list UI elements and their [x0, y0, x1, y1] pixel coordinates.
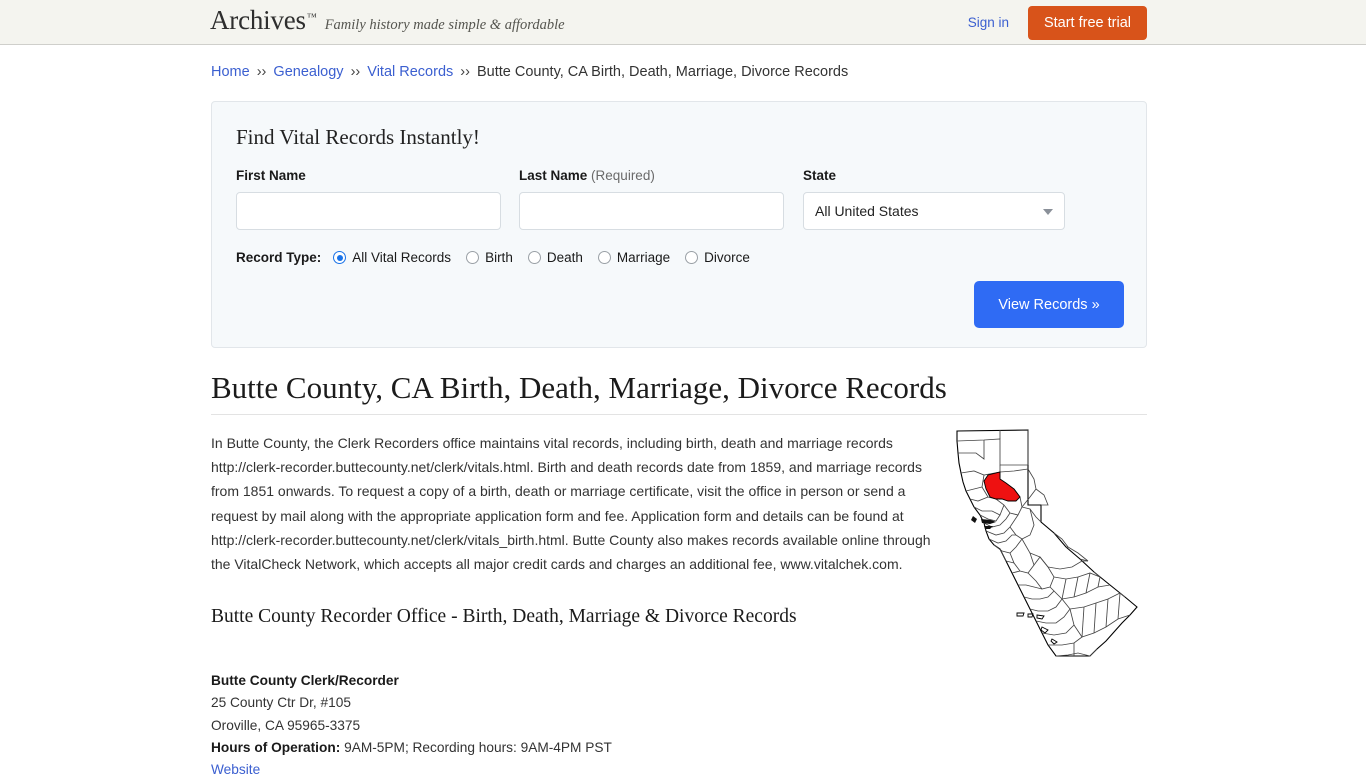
- office-city-state-zip: Oroville, CA 95965-3375: [211, 717, 361, 733]
- last-name-required-note: (Required): [591, 168, 655, 183]
- county-description-paragraph: In Butte County, the Clerk Recorders off…: [211, 435, 931, 573]
- office-hours: Hours of Operation: 9AM-5PM; Recording h…: [211, 737, 612, 759]
- breadcrumb-item-current: Butte County, CA Birth, Death, Marriage,…: [477, 64, 849, 80]
- last-name-label-text: Last Name: [519, 168, 588, 183]
- recorder-office-subheading: Butte County Recorder Office - Birth, De…: [211, 606, 797, 627]
- search-panel-title: Find Vital Records Instantly!: [236, 125, 480, 149]
- radio-birth[interactable]: Birth: [466, 250, 513, 265]
- breadcrumb-separator: ››: [460, 64, 470, 80]
- radio-indicator[interactable]: [466, 251, 480, 264]
- radio-label: All Vital Records: [352, 250, 452, 265]
- office-name: Butte County Clerk/Recorder: [211, 673, 399, 688]
- breadcrumb-separator: ››: [256, 64, 267, 80]
- radio-label: Birth: [485, 250, 513, 265]
- state-label: State: [803, 168, 837, 183]
- brand-name: Archives: [210, 5, 306, 35]
- chevron-down-icon: [1043, 209, 1053, 215]
- breadcrumb: Home ›› Genealogy ›› Vital Records ›› Bu…: [211, 64, 848, 80]
- header-actions: Sign in Start free trial: [968, 0, 1147, 45]
- first-name-label: First Name: [236, 168, 306, 183]
- record-type-group: Record Type: All Vital Records Birth Dea…: [236, 250, 765, 265]
- radio-indicator[interactable]: [333, 251, 347, 264]
- radio-marriage[interactable]: Marriage: [597, 250, 671, 265]
- start-free-trial-button[interactable]: Start free trial: [1027, 5, 1147, 40]
- record-type-label: Record Type:: [236, 250, 322, 265]
- california-map-svg: [956, 429, 1138, 657]
- office-website-link[interactable]: Website: [211, 762, 260, 777]
- last-name-label: Last Name (Required): [519, 168, 655, 183]
- breadcrumb-item-genealogy[interactable]: Genealogy: [273, 64, 343, 80]
- state-select[interactable]: All United States: [803, 192, 1065, 230]
- office-street: 25 County Ctr Dr, #105: [211, 695, 351, 711]
- brand-tagline: Family history made simple & affordable: [324, 17, 565, 33]
- site-header: Archives ™ Family history made simple & …: [0, 0, 1366, 45]
- california-state-outline: [956, 429, 1138, 657]
- radio-indicator[interactable]: [527, 251, 541, 264]
- office-hours-label: Hours of Operation:: [211, 739, 341, 755]
- sign-in-link[interactable]: Sign in: [968, 15, 1009, 30]
- radio-all-vital-records[interactable]: All Vital Records: [333, 250, 451, 265]
- site-logo[interactable]: Archives ™ Family history made simple & …: [210, 7, 565, 34]
- last-name-input[interactable]: [519, 192, 784, 230]
- office-hours-value: 9AM-5PM; Recording hours: 9AM-4PM PST: [344, 739, 612, 755]
- first-name-input[interactable]: [236, 192, 501, 230]
- view-records-button[interactable]: View Records »: [974, 281, 1124, 328]
- radio-label: Divorce: [704, 250, 750, 265]
- breadcrumb-item-vital-records[interactable]: Vital Records: [367, 64, 453, 80]
- breadcrumb-item-home[interactable]: Home: [211, 64, 250, 80]
- radio-label: Death: [546, 250, 583, 265]
- page-title: Butte County, CA Birth, Death, Marriage,…: [211, 370, 947, 405]
- breadcrumb-separator: ››: [350, 64, 361, 80]
- vital-records-search-panel: Find Vital Records Instantly! First Name…: [211, 101, 1147, 348]
- trademark-symbol: ™: [306, 12, 317, 23]
- state-selected-value: All United States: [815, 203, 919, 219]
- title-divider: [211, 414, 1147, 415]
- radio-indicator[interactable]: [685, 251, 699, 264]
- recorder-office-address: Butte County Clerk/Recorder 25 County Ct…: [211, 670, 612, 781]
- radio-death[interactable]: Death: [527, 250, 583, 265]
- radio-label: Marriage: [616, 250, 671, 265]
- radio-divorce[interactable]: Divorce: [685, 250, 750, 265]
- radio-indicator[interactable]: [597, 251, 611, 264]
- california-county-map: [944, 427, 1150, 661]
